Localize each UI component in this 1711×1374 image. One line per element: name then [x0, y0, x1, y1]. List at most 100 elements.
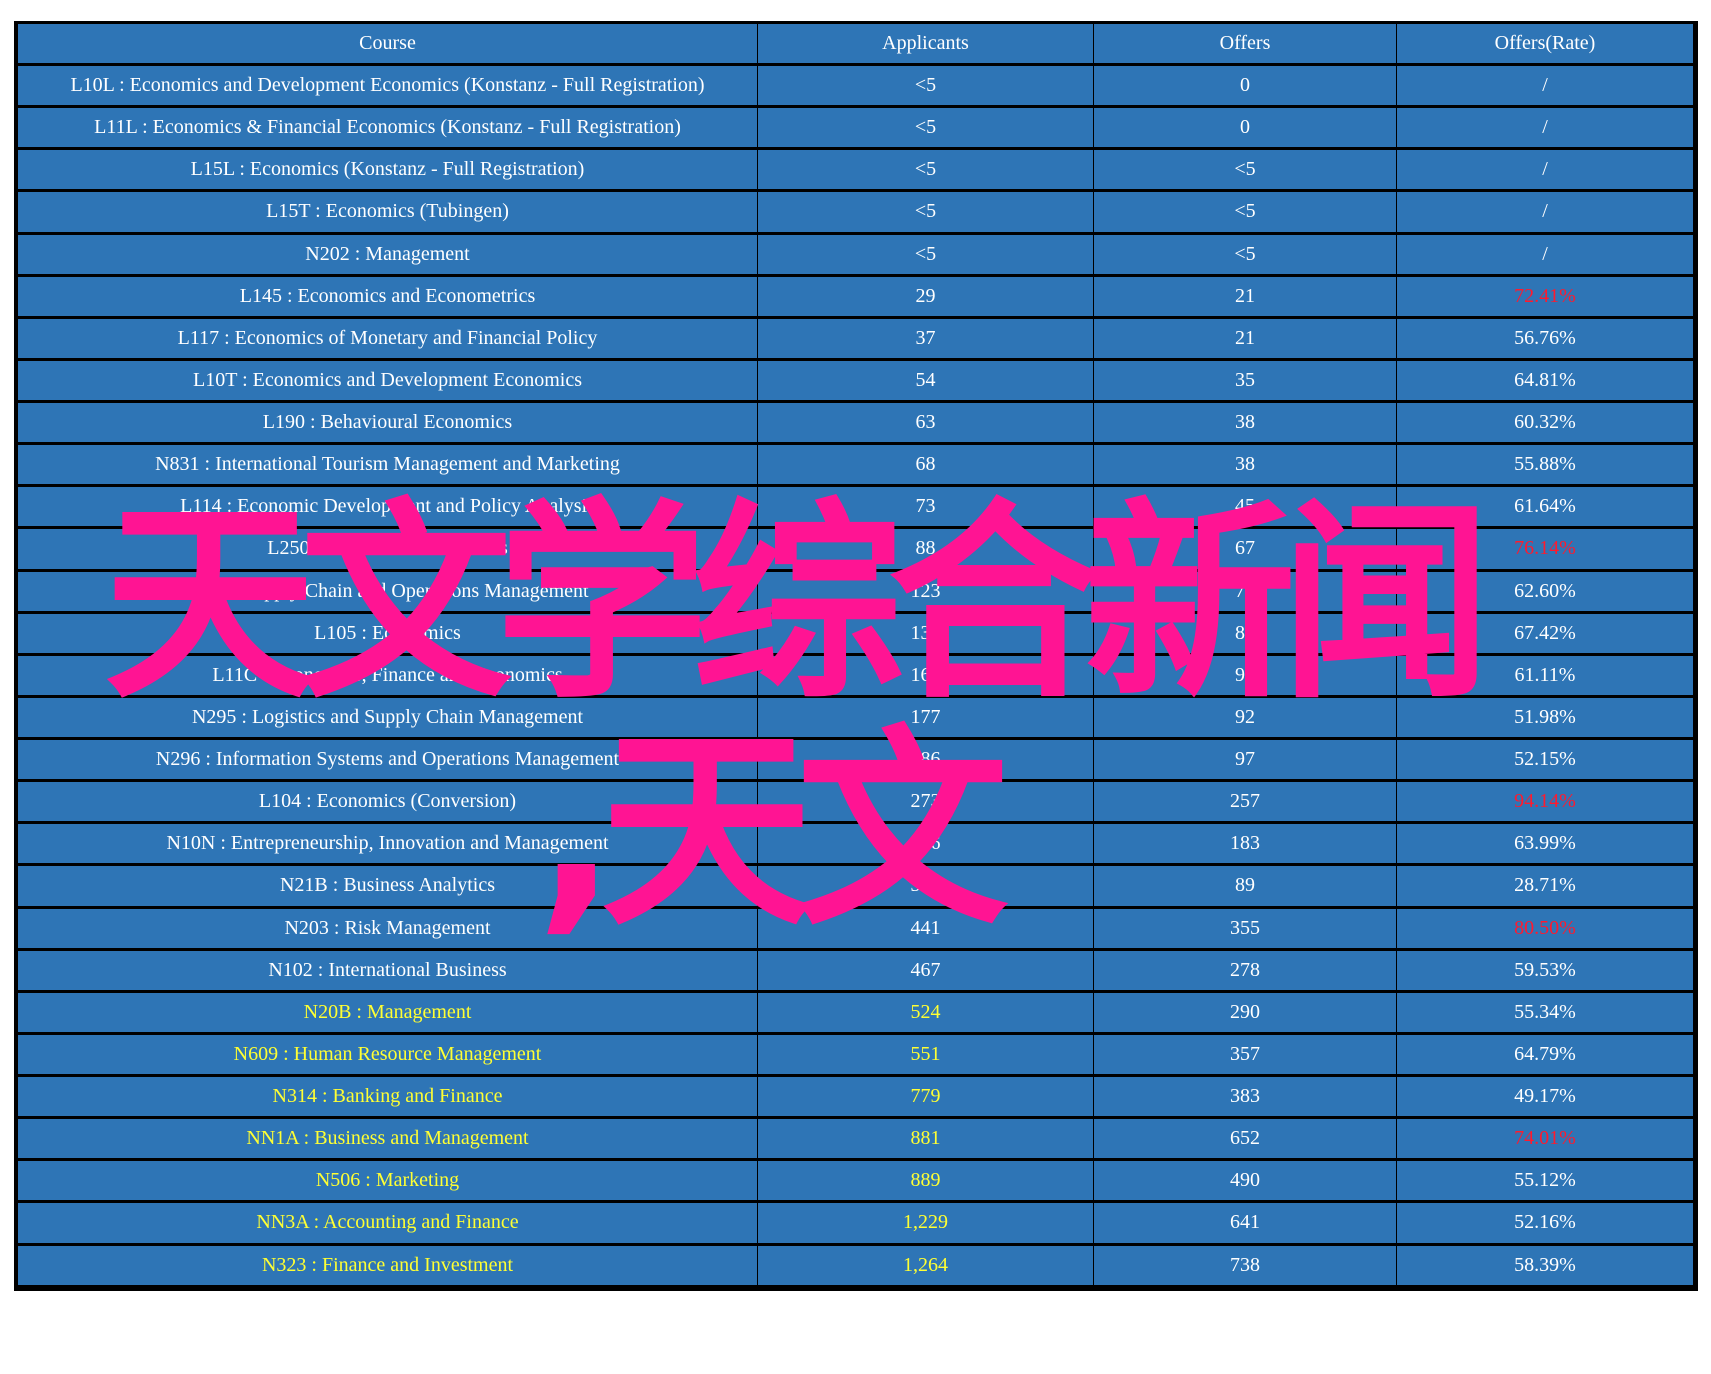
applicants-cell: 73 [757, 484, 1094, 529]
header-offers-rate: Offers(Rate) [1396, 24, 1694, 65]
applicants-cell: 63 [757, 399, 1094, 445]
course-cell: L15T : Economics (Tubingen) [17, 189, 758, 234]
applicants-cell: 273 [757, 779, 1094, 824]
applicants-cell: 441 [757, 905, 1094, 950]
table-row: N295 : Logistics and Supply Chain Manage… [17, 694, 1694, 740]
offers-cell: 0 [1093, 105, 1397, 150]
table-row: N10N : Entrepreneurship, Innovation and … [17, 821, 1694, 866]
offers-rate-cell: 67.42% [1396, 610, 1694, 655]
offers-cell: 35 [1093, 357, 1397, 403]
course-cell: N314 : Banking and Finance [17, 1073, 758, 1119]
table-row: L15L : Economics (Konstanz - Full Regist… [17, 147, 1694, 192]
table-row: N314 : Banking and Finance 779 383 49.17% [17, 1073, 1694, 1119]
applicants-cell: 88 [757, 526, 1094, 571]
offers-cell: 21 [1093, 273, 1397, 318]
table-row: N202 : Management <5 <5/ [17, 231, 1694, 276]
offers-rate-cell: 58.39% [1396, 1242, 1694, 1286]
table-row: L10T : Economics and Development Economi… [17, 357, 1694, 403]
course-cell: L105 : Economics [17, 610, 758, 655]
offers-rate-cell: 94.14% [1396, 779, 1694, 824]
applicants-cell: 779 [757, 1073, 1094, 1119]
offers-rate-cell: / [1396, 147, 1694, 192]
table-row: L10L : Economics and Development Economi… [17, 62, 1694, 108]
course-cell: L190 : Behavioural Economics [17, 399, 758, 445]
course-cell: L11L : Economics & Financial Economics (… [17, 105, 758, 150]
course-cell: N102 : International Business [17, 947, 758, 992]
applicants-cell: 162 [757, 652, 1094, 697]
admissions-table-frame: Course Applicants Offers Offers(Rate) L1… [14, 21, 1698, 1291]
applicants-cell: <5 [757, 62, 1094, 108]
course-cell: NN1A : Business and Management [17, 1116, 758, 1161]
offers-rate-cell: / [1396, 105, 1694, 150]
course-cell: L11C : Economics, Finance and Economics [17, 652, 758, 697]
table-row: N??? : Supply Chain and Operations Manag… [17, 568, 1694, 613]
course-cell: N202 : Management [17, 231, 758, 276]
course-cell: L15L : Economics (Konstanz - Full Regist… [17, 147, 758, 192]
course-cell: NN3A : Accounting and Finance [17, 1200, 758, 1245]
table-row: L250 : International Relations 88 67 76.14% [17, 526, 1694, 571]
applicants-cell: 524 [757, 989, 1094, 1034]
applicants-cell: 286 [757, 821, 1094, 866]
course-cell: N609 : Human Resource Management [17, 1031, 758, 1077]
offers-cell: 357 [1093, 1031, 1397, 1077]
offers-rate-cell: 49.17% [1396, 1073, 1694, 1119]
applicants-cell: 889 [757, 1158, 1094, 1203]
offers-rate-cell: 28.71% [1396, 863, 1694, 908]
offers-cell: 21 [1093, 315, 1397, 360]
offers-rate-cell: 74.01% [1396, 1116, 1694, 1161]
offers-rate-cell: 55.34% [1396, 989, 1694, 1034]
course-cell: L250 : International Relations [17, 526, 758, 571]
applicants-cell: <5 [757, 147, 1094, 192]
offers-cell: 290 [1093, 989, 1397, 1034]
offers-cell: <5 [1093, 189, 1397, 234]
table-row: L11L : Economics & Financial Economics (… [17, 105, 1694, 150]
offers-cell: 77 [1093, 568, 1397, 613]
offers-cell: 38 [1093, 399, 1397, 445]
table-row: N323 : Finance and Investment 1,264 738 58.… [17, 1242, 1694, 1286]
applicants-cell: 1,229 [757, 1200, 1094, 1245]
offers-cell: 97 [1093, 736, 1397, 782]
offers-rate-cell: / [1396, 62, 1694, 108]
offers-cell: 183 [1093, 821, 1397, 866]
offers-rate-cell: 55.12% [1396, 1158, 1694, 1203]
offers-rate-cell: 64.81% [1396, 357, 1694, 403]
offers-cell: 383 [1093, 1073, 1397, 1119]
offers-rate-cell: 63.99% [1396, 821, 1694, 866]
course-cell: N10N : Entrepreneurship, Innovation and … [17, 821, 758, 866]
course-cell: L114 : Economic Development and Policy A… [17, 484, 758, 529]
table-row: N609 : Human Resource Management 551 357 64… [17, 1031, 1694, 1077]
table-row: L114 : Economic Development and Policy A… [17, 484, 1694, 529]
table-row: L104 : Economics (Conversion) 273 257 94.14… [17, 779, 1694, 824]
applicants-cell: 68 [757, 442, 1094, 487]
table-header-row: Course Applicants Offers Offers(Rate) [17, 24, 1694, 65]
offers-rate-cell: 60.32% [1396, 399, 1694, 445]
table-row: N296 : Information Systems and Operation… [17, 736, 1694, 782]
table-row: L145 : Economics and Econometrics 29 21 72.… [17, 273, 1694, 318]
offers-rate-cell: 59.53% [1396, 947, 1694, 992]
table-body: L10L : Economics and Development Economi… [17, 62, 1694, 1286]
course-cell: N??? : Supply Chain and Operations Manag… [17, 568, 758, 613]
header-course: Course [17, 24, 758, 65]
applicants-cell: 123 [757, 568, 1094, 613]
offers-cell: 278 [1093, 947, 1397, 992]
applicants-cell: 37 [757, 315, 1094, 360]
table-row: NN3A : Accounting and Finance 1,229 641 52.… [17, 1200, 1694, 1245]
offers-rate-cell: / [1396, 231, 1694, 276]
offers-rate-cell: 72.41% [1396, 273, 1694, 318]
course-cell: N296 : Information Systems and Operation… [17, 736, 758, 782]
applicants-cell: <5 [757, 189, 1094, 234]
table-row: NN1A : Business and Management 881 652 74.0… [17, 1116, 1694, 1161]
applicants-cell: 310 [757, 863, 1094, 908]
applicants-cell: 1,264 [757, 1242, 1094, 1286]
offers-rate-cell: 51.98% [1396, 694, 1694, 740]
offers-rate-cell: 62.60% [1396, 568, 1694, 613]
header-offers: Offers [1093, 24, 1397, 65]
offers-cell: <5 [1093, 231, 1397, 276]
applicants-cell: 132 [757, 610, 1094, 655]
applicants-cell: 54 [757, 357, 1094, 403]
offers-rate-cell: 64.79% [1396, 1031, 1694, 1077]
course-cell: N21B : Business Analytics [17, 863, 758, 908]
applicants-cell: <5 [757, 105, 1094, 150]
offers-cell: 257 [1093, 779, 1397, 824]
applicants-cell: 177 [757, 694, 1094, 740]
